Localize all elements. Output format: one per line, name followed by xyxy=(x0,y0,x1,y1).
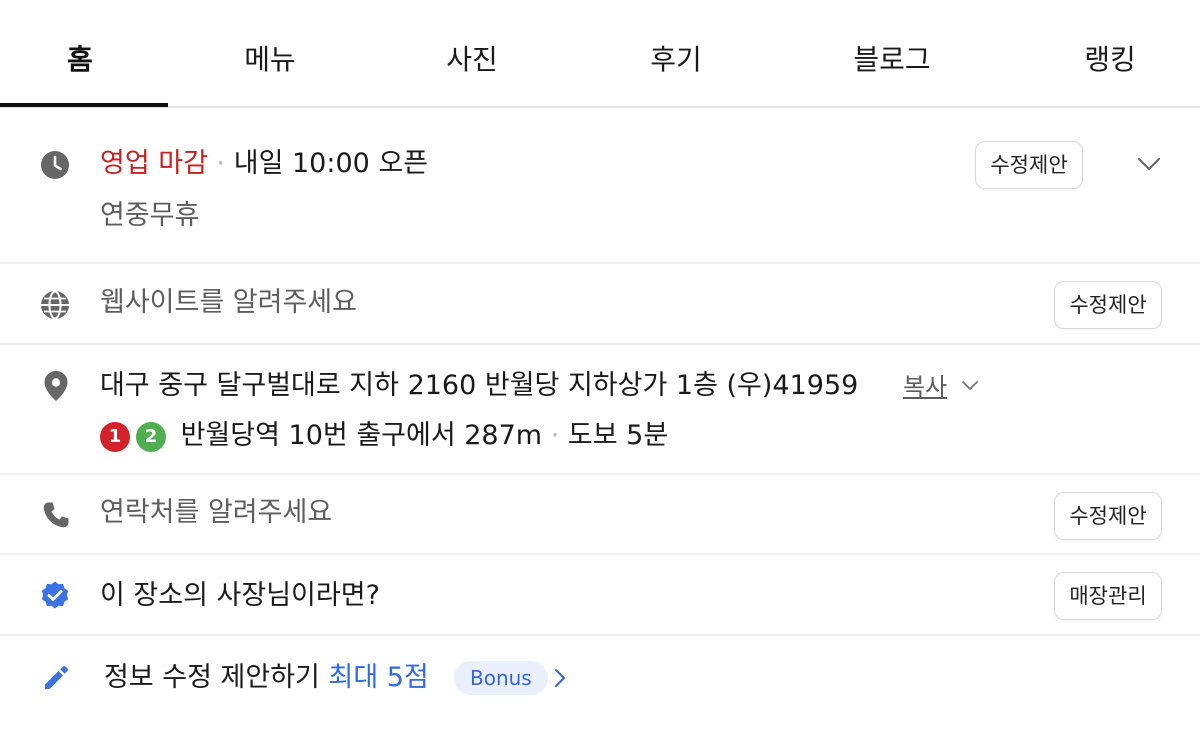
active-tab-indicator xyxy=(0,103,168,107)
website-suggest-edit-button[interactable]: 수정제안 xyxy=(1054,281,1162,329)
tab-ranking[interactable]: 랭킹 xyxy=(1050,40,1170,80)
walk-time: 도보 5분 xyxy=(567,420,669,451)
chevron-down-icon[interactable] xyxy=(1136,154,1162,174)
divider xyxy=(0,634,1200,636)
hours-status-line: 영업 마감 · 내일 10:00 오픈 xyxy=(100,146,428,182)
pencil-icon xyxy=(45,666,68,689)
chevron-down-icon[interactable] xyxy=(960,378,980,394)
tab-blog[interactable]: 블로그 xyxy=(822,40,962,80)
tab-photos[interactable]: 사진 xyxy=(412,40,532,80)
divider xyxy=(0,553,1200,555)
holiday-info: 연중무휴 xyxy=(100,200,200,231)
bonus-badge: Bonus xyxy=(454,661,548,695)
phone-suggest-edit-button[interactable]: 수정제안 xyxy=(1054,492,1162,540)
max-points: 최대 5점 xyxy=(328,662,429,693)
verified-badge-icon xyxy=(41,581,69,609)
tab-menu[interactable]: 메뉴 xyxy=(210,40,330,80)
tab-bar: 홈 메뉴 사진 후기 블로그 랭킹 xyxy=(0,0,1200,108)
subway-line-2-badge: 2 xyxy=(136,421,166,452)
hours-suggest-edit-button[interactable]: 수정제안 xyxy=(975,141,1083,189)
phone-prompt: 연락처를 알려주세요 xyxy=(100,497,333,528)
edit-suggest-line[interactable]: 정보 수정 제안하기 최대 5점 xyxy=(104,660,429,696)
station-exit-distance: 반월당역 10번 출구에서 287m xyxy=(180,420,543,451)
separator-dot: · xyxy=(216,148,226,179)
location-pin-icon xyxy=(44,371,68,401)
subway-line-1-badge: 1 xyxy=(100,421,130,452)
next-open-time: 내일 10:00 오픈 xyxy=(233,148,429,179)
tab-reviews[interactable]: 후기 xyxy=(616,40,736,80)
divider xyxy=(0,262,1200,264)
separator-dot: · xyxy=(550,420,560,451)
website-prompt: 웹사이트를 알려주세요 xyxy=(100,287,357,318)
business-status: 영업 마감 xyxy=(100,148,208,179)
divider xyxy=(0,473,1200,475)
divider xyxy=(0,343,1200,345)
copy-address-link[interactable]: 복사 xyxy=(903,369,947,405)
subway-directions: 12 반월당역 10번 출구에서 287m · 도보 5분 xyxy=(100,418,668,454)
phone-icon xyxy=(43,502,69,528)
store-manage-button[interactable]: 매장관리 xyxy=(1054,572,1162,620)
address-text: 대구 중구 달구벌대로 지하 2160 반월당 지하상가 1층 (우)41959 xyxy=(100,370,859,401)
owner-question: 이 장소의 사장님이라면? xyxy=(100,580,380,611)
clock-icon xyxy=(41,151,69,179)
globe-icon xyxy=(41,290,69,320)
tab-home[interactable]: 홈 xyxy=(20,40,140,80)
edit-suggest-label: 정보 수정 제안하기 xyxy=(104,662,320,693)
chevron-right-icon[interactable] xyxy=(552,667,568,689)
